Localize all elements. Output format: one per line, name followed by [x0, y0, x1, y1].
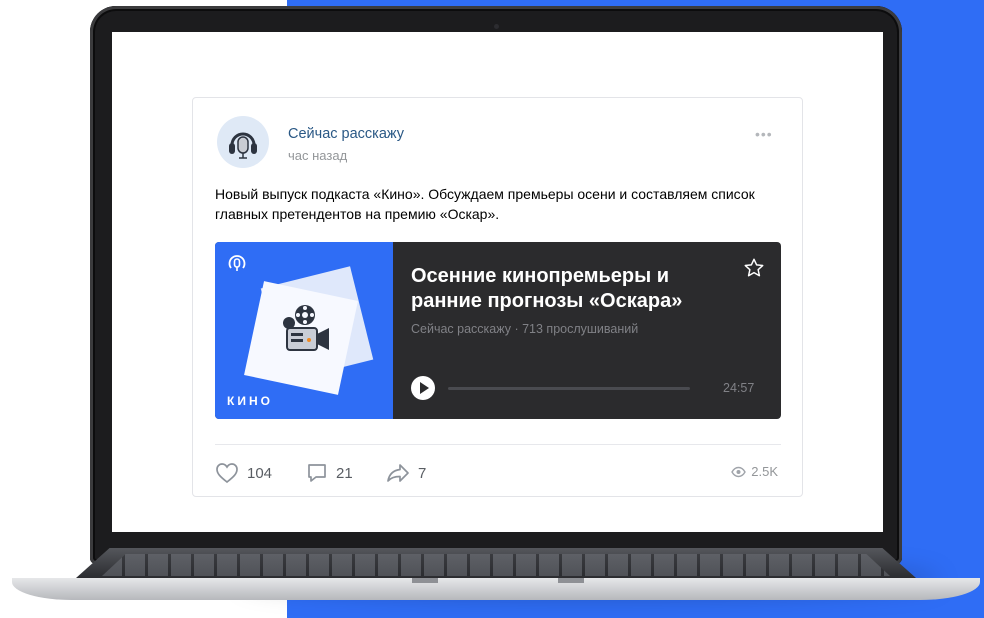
divider: [215, 444, 781, 445]
shares-count: 7: [418, 464, 427, 482]
post-card: Сейчас расскажу час назад ••• Новый выпу…: [192, 97, 803, 497]
views-counter: 2.5K: [731, 464, 778, 479]
laptop-lid: Сейчас расскажу час назад ••• Новый выпу…: [90, 6, 902, 564]
laptop-screen: Сейчас расскажу час назад ••• Новый выпу…: [112, 32, 883, 532]
avatar[interactable]: [217, 116, 269, 168]
headphones-microphone-icon: [229, 132, 257, 159]
progress-bar[interactable]: [448, 387, 690, 390]
play-icon[interactable]: [411, 376, 435, 400]
comment-icon: [308, 464, 326, 482]
eye-icon: [731, 466, 747, 477]
post-text: Новый выпуск подкаста «Кино». Обсуждаем …: [215, 186, 755, 222]
more-options-icon[interactable]: •••: [755, 126, 773, 142]
podcast-duration: 24:57: [723, 381, 755, 395]
share-button[interactable]: 7: [386, 462, 426, 484]
laptop-base-bottom: [12, 578, 980, 600]
laptop-base: [12, 548, 980, 600]
podcast-title[interactable]: Осенние кинопремьеры и ранние прогнозы «…: [411, 264, 721, 314]
views-count: 2.5K: [751, 464, 778, 479]
film-camera-icon: [283, 305, 329, 351]
comments-count: 21: [336, 464, 353, 482]
podcast-meta: Сейчас расскажу · 713 прослушиваний: [411, 322, 639, 336]
podcast-logo-icon: [228, 255, 246, 271]
likes-count: 104: [247, 464, 273, 482]
podcast-attachment[interactable]: КИНО Осенние кинопремьеры и ранние прогн…: [215, 242, 781, 419]
laptop-keyboard: [102, 554, 890, 576]
star-icon[interactable]: [743, 257, 765, 279]
cover-label: КИНО: [227, 394, 273, 408]
post-author[interactable]: Сейчас расскажу: [288, 126, 404, 142]
laptop-foot-right: [558, 578, 584, 583]
webcam: [494, 24, 499, 29]
like-button[interactable]: 104: [215, 462, 272, 484]
heart-icon: [216, 463, 238, 484]
post-time[interactable]: час назад: [288, 148, 347, 163]
laptop-foot-left: [412, 578, 438, 583]
comment-button[interactable]: 21: [306, 462, 353, 484]
podcast-cover[interactable]: КИНО: [215, 242, 393, 419]
share-icon: [387, 464, 409, 482]
